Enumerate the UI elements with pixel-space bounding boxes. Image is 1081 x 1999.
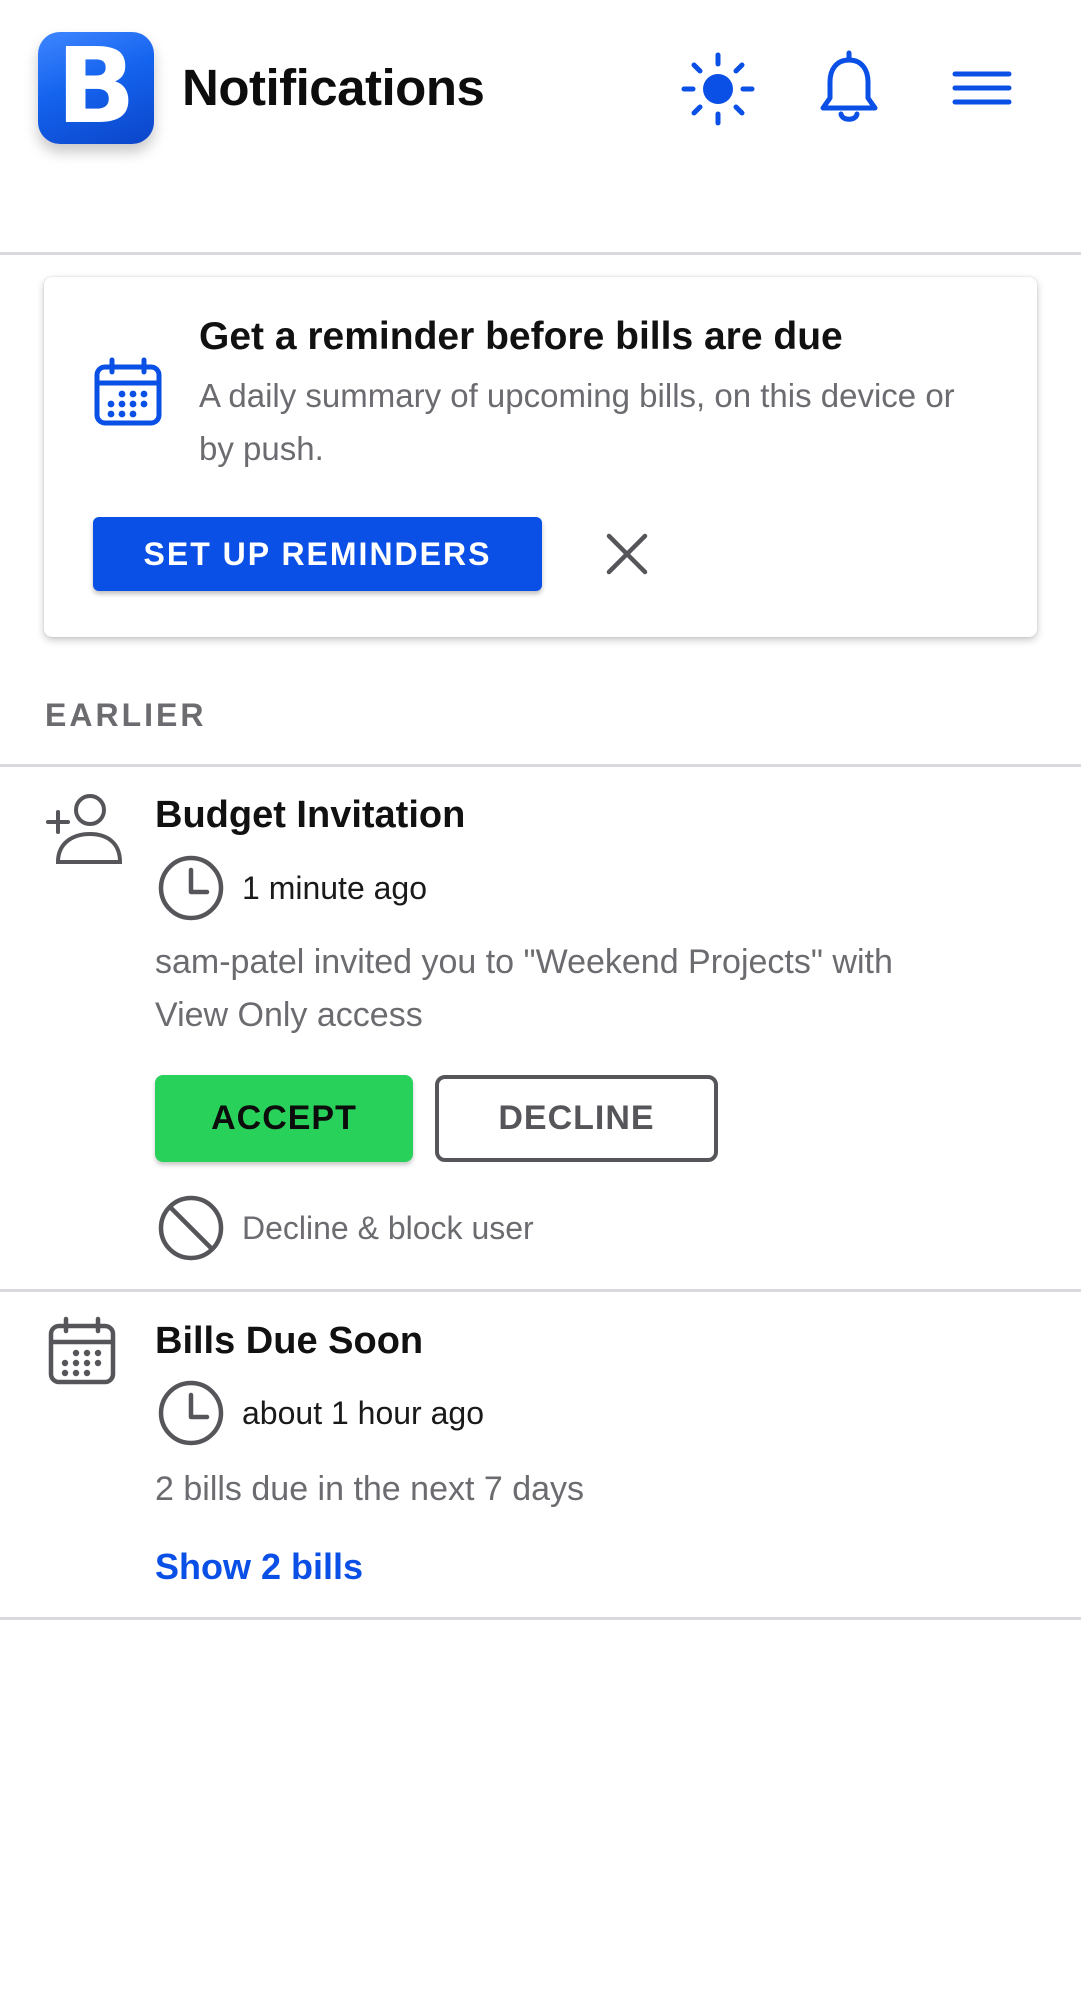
notification-body: sam-patel invited you to "Weekend Projec… bbox=[155, 943, 893, 1034]
reminder-card-title: Get a reminder before bills are due bbox=[199, 315, 843, 358]
decline-block-user-link[interactable]: Decline & block user bbox=[242, 1210, 534, 1247]
notification-body: 2 bills due in the next 7 days bbox=[155, 1470, 585, 1508]
app-logo[interactable]: B bbox=[38, 32, 154, 144]
show-bills-link[interactable]: Show 2 bills bbox=[155, 1546, 363, 1588]
reminder-card: Get a reminder before bills are due A da… bbox=[44, 277, 1037, 637]
reminder-card-description: A daily summary of upcoming bills, on th… bbox=[199, 377, 955, 467]
notification-title: Budget Invitation bbox=[155, 794, 466, 836]
section-divider bbox=[0, 764, 1081, 767]
close-icon[interactable] bbox=[602, 529, 652, 579]
calendar-icon bbox=[94, 357, 162, 426]
menu-icon[interactable] bbox=[941, 48, 1023, 130]
notification-time: 1 minute ago bbox=[242, 870, 428, 906]
notification-time: about 1 hour ago bbox=[242, 1395, 484, 1431]
calendar-icon bbox=[48, 1316, 116, 1385]
clock-icon bbox=[158, 1380, 224, 1446]
setup-reminders-button[interactable]: SET UP REMINDERS bbox=[93, 517, 542, 591]
app-header: B Notifications bbox=[0, 0, 1081, 255]
block-icon[interactable] bbox=[155, 1192, 227, 1264]
notification-title: Bills Due Soon bbox=[155, 1320, 424, 1362]
sun-icon[interactable] bbox=[677, 48, 759, 130]
add-user-icon bbox=[46, 794, 123, 864]
decline-button[interactable]: DECLINE bbox=[435, 1075, 718, 1162]
page-title: Notifications bbox=[182, 59, 485, 116]
app-logo-letter: B bbox=[56, 25, 136, 147]
accept-button[interactable]: ACCEPT bbox=[155, 1075, 413, 1162]
notification-divider bbox=[0, 1289, 1081, 1292]
clock-icon bbox=[158, 855, 224, 921]
notification-divider bbox=[0, 1617, 1081, 1620]
bell-icon[interactable] bbox=[808, 48, 890, 130]
section-label-earlier: EARLIER bbox=[45, 697, 207, 733]
